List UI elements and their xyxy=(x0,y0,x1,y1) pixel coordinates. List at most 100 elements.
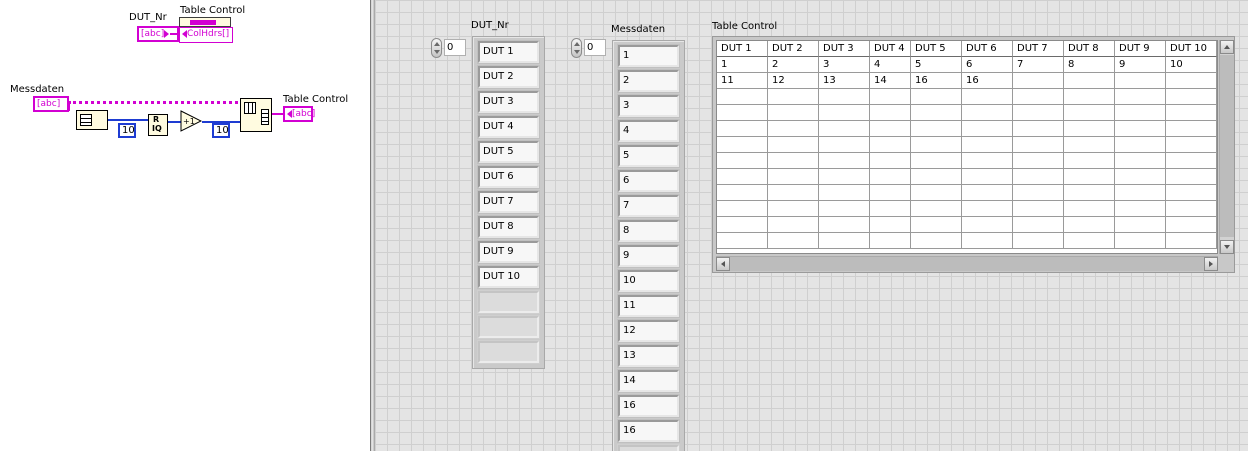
table-column-header[interactable]: DUT 8 xyxy=(1064,41,1115,57)
table-cell[interactable] xyxy=(768,137,819,153)
table-cell[interactable] xyxy=(1166,137,1217,153)
table-cell[interactable] xyxy=(768,217,819,233)
dut-nr-element[interactable]: DUT 10 xyxy=(477,265,540,289)
table-cell[interactable] xyxy=(1115,121,1166,137)
col-hdrs-property[interactable]: ColHdrs[] xyxy=(179,27,233,43)
table-cell[interactable] xyxy=(1217,153,1218,169)
table-cell[interactable]: 8 xyxy=(1064,57,1115,73)
quotient-remainder-node[interactable]: R IQ xyxy=(148,114,168,136)
table-cell[interactable] xyxy=(911,137,962,153)
table-cell[interactable] xyxy=(819,121,870,137)
table-cell[interactable] xyxy=(819,105,870,121)
table-cell[interactable]: 10 xyxy=(1166,57,1217,73)
table-cell[interactable] xyxy=(1064,89,1115,105)
table-column-header[interactable]: DUT 5 xyxy=(911,41,962,57)
table-cell[interactable] xyxy=(717,185,768,201)
table-cell[interactable] xyxy=(1166,233,1217,249)
table-cell[interactable] xyxy=(1013,201,1064,217)
scroll-up-icon[interactable] xyxy=(1220,40,1234,54)
messdaten-index-value[interactable]: 0 xyxy=(584,39,606,56)
table-cell[interactable] xyxy=(1064,217,1115,233)
messdaten-element[interactable]: 10 xyxy=(617,269,680,293)
table-column-header[interactable]: DUT 3 xyxy=(819,41,870,57)
table-cell[interactable] xyxy=(1217,137,1218,153)
dut-nr-element[interactable] xyxy=(477,315,540,339)
table-cell[interactable] xyxy=(819,233,870,249)
table-cell[interactable] xyxy=(911,153,962,169)
messdaten-element[interactable]: 7 xyxy=(617,194,680,218)
table-cell[interactable] xyxy=(870,185,911,201)
table-cell[interactable] xyxy=(1115,185,1166,201)
table-cell[interactable] xyxy=(1115,153,1166,169)
table-cell[interactable]: 2 xyxy=(768,57,819,73)
table-cell[interactable] xyxy=(1013,233,1064,249)
dut-nr-element[interactable]: DUT 5 xyxy=(477,140,540,164)
table-cell[interactable] xyxy=(962,185,1013,201)
scroll-down-icon[interactable] xyxy=(1220,240,1234,254)
table-column-header[interactable]: DUT 4 xyxy=(870,41,911,57)
dut-nr-element[interactable]: DUT 8 xyxy=(477,215,540,239)
table-cell[interactable] xyxy=(819,137,870,153)
table-cell[interactable] xyxy=(717,217,768,233)
table-cell[interactable]: 16 xyxy=(962,73,1013,89)
table-cell[interactable]: 4 xyxy=(870,57,911,73)
table-cell[interactable] xyxy=(1217,121,1218,137)
dut-nr-element[interactable]: DUT 4 xyxy=(477,115,540,139)
table-cell[interactable]: 6 xyxy=(962,57,1013,73)
table-cell[interactable] xyxy=(1013,137,1064,153)
table-cell[interactable] xyxy=(819,201,870,217)
table-cell[interactable] xyxy=(768,169,819,185)
table-cell[interactable] xyxy=(911,201,962,217)
table-cell[interactable] xyxy=(911,169,962,185)
table-cell[interactable] xyxy=(962,201,1013,217)
messdaten-element[interactable]: 2 xyxy=(617,69,680,93)
messdaten-element[interactable]: 12 xyxy=(617,319,680,343)
table-cell[interactable] xyxy=(870,233,911,249)
table-cell[interactable] xyxy=(870,121,911,137)
rows-constant[interactable]: 10 xyxy=(118,123,136,138)
table-cell[interactable] xyxy=(911,185,962,201)
reshape-array-node[interactable] xyxy=(240,98,272,132)
table-cell[interactable] xyxy=(717,153,768,169)
table-cell[interactable]: 12 xyxy=(768,73,819,89)
table-cell[interactable] xyxy=(1115,233,1166,249)
table-column-header[interactable]: DUT 9 xyxy=(1115,41,1166,57)
table-cell[interactable] xyxy=(1217,233,1218,249)
table-cell[interactable] xyxy=(1115,217,1166,233)
messdaten-index-control[interactable]: 0 xyxy=(571,38,607,58)
table-cell[interactable] xyxy=(870,217,911,233)
table-column-header[interactable]: DUT 6 xyxy=(962,41,1013,57)
dut-nr-index-value[interactable]: 0 xyxy=(444,39,466,56)
table-cell[interactable] xyxy=(717,105,768,121)
scroll-thumb[interactable] xyxy=(1220,55,1234,237)
table-cell[interactable] xyxy=(768,201,819,217)
dut-nr-element[interactable]: DUT 2 xyxy=(477,65,540,89)
table-cell[interactable] xyxy=(1013,153,1064,169)
table-cell[interactable]: 13 xyxy=(819,73,870,89)
table-cell[interactable] xyxy=(1013,121,1064,137)
table-cell[interactable] xyxy=(1013,105,1064,121)
table-cell[interactable] xyxy=(870,105,911,121)
cols-constant[interactable]: 10 xyxy=(212,123,230,138)
table-cell[interactable] xyxy=(1064,169,1115,185)
messdaten-element[interactable]: 5 xyxy=(617,144,680,168)
table-cell[interactable] xyxy=(870,201,911,217)
table-cell[interactable] xyxy=(1166,89,1217,105)
table-cell[interactable]: 5 xyxy=(911,57,962,73)
messdaten-element[interactable]: 8 xyxy=(617,219,680,243)
table-cell[interactable] xyxy=(1166,73,1217,89)
table-cell[interactable] xyxy=(1115,137,1166,153)
messdaten-element[interactable]: 13 xyxy=(617,344,680,368)
table-cell[interactable] xyxy=(1166,185,1217,201)
table-cell[interactable] xyxy=(819,169,870,185)
table-cell[interactable] xyxy=(1013,73,1064,89)
table-cell[interactable]: 14 xyxy=(870,73,911,89)
scroll-right-icon[interactable] xyxy=(1204,257,1218,271)
table-cell[interactable] xyxy=(962,105,1013,121)
table-cell[interactable] xyxy=(1217,185,1218,201)
table-cell[interactable] xyxy=(1064,185,1115,201)
messdaten-element[interactable]: 3 xyxy=(617,94,680,118)
table-control-terminal[interactable]: [abc] xyxy=(283,106,315,122)
table-cell[interactable] xyxy=(819,185,870,201)
table-cell[interactable] xyxy=(962,217,1013,233)
